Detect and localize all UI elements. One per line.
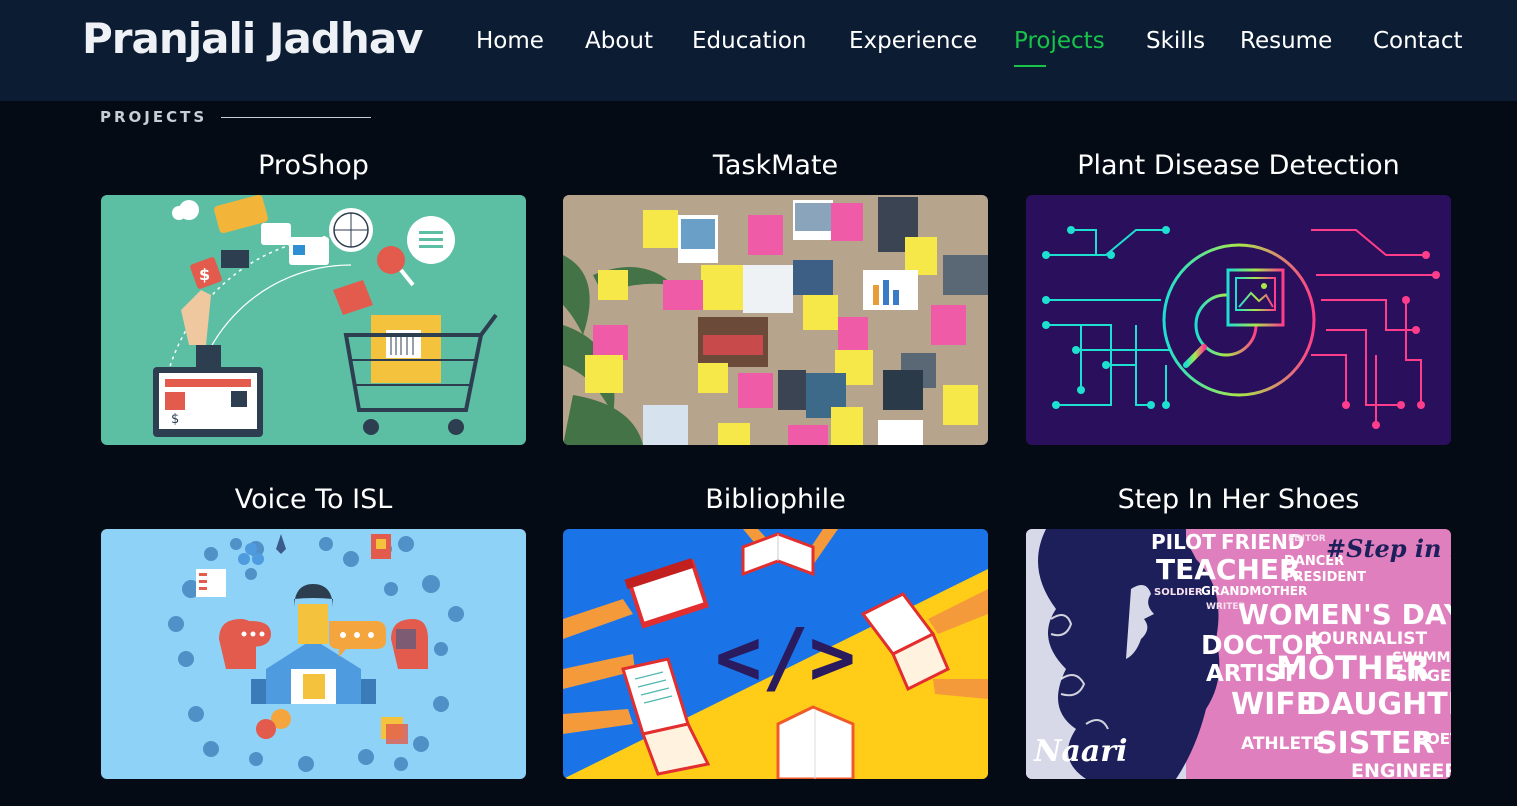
project-title: Plant Disease Detection: [1077, 150, 1400, 181]
circuit-image-search-illustration: [1026, 195, 1451, 445]
project-image-voice-to-isl[interactable]: [101, 529, 526, 779]
shopping-illustration: $ $: [101, 195, 526, 445]
project-title: ProShop: [258, 150, 369, 181]
word-wife: WIFE: [1231, 687, 1316, 722]
main-nav: Home About Education Experience Projects…: [0, 28, 1517, 68]
word-singer: SINGER: [1396, 666, 1451, 685]
project-title: Voice To ISL: [234, 484, 393, 515]
word-grandmother: GRANDMOTHER: [1201, 584, 1307, 598]
word-journalist: JOURNALIST: [1310, 629, 1427, 649]
books-and-code-illustration: </>: [563, 529, 988, 779]
hashtag-title: #Step in her Shoes: [1326, 534, 1451, 563]
project-image-plant-disease[interactable]: [1026, 195, 1451, 445]
sticky-notes-board-illustration: [563, 195, 988, 445]
site-header: Pranjali Jadhav Home About Education Exp…: [0, 0, 1517, 101]
word-teacher: TEACHER: [1156, 553, 1301, 586]
project-title: Step In Her Shoes: [1117, 484, 1360, 515]
word-daughter: DAUGHTER: [1306, 687, 1451, 722]
nav-skills[interactable]: Skills: [1146, 28, 1205, 54]
section-divider: [221, 117, 371, 118]
word-poet: POET: [1416, 730, 1451, 748]
women-word-cloud-illustration: PILOT FRIEND EDITOR TEACHER DANCER PRESI…: [1026, 529, 1451, 779]
word-pilot: PILOT: [1151, 530, 1216, 554]
word-swimmer: SWIMMER: [1392, 650, 1451, 666]
nav-home[interactable]: Home: [476, 28, 544, 54]
project-title: Bibliophile: [705, 484, 846, 515]
word-editor: EDITOR: [1288, 534, 1326, 544]
naari-signature: Naari: [1033, 734, 1128, 769]
active-nav-indicator: [1014, 65, 1046, 67]
word-president: PRESIDENT: [1284, 570, 1366, 585]
project-image-taskmate[interactable]: [563, 195, 988, 445]
project-image-bibliophile[interactable]: </>: [563, 529, 988, 779]
svg-text:$: $: [199, 265, 210, 284]
nav-experience[interactable]: Experience: [849, 28, 977, 54]
svg-text:</>: </>: [715, 613, 856, 703]
word-womens-day: WOMEN'S DAY: [1238, 598, 1451, 631]
nav-about[interactable]: About: [585, 28, 653, 54]
section-label: PROJECTS: [100, 108, 208, 126]
project-image-step-in-her-shoes[interactable]: PILOT FRIEND EDITOR TEACHER DANCER PRESI…: [1026, 529, 1451, 779]
communication-icons-illustration: [101, 529, 526, 779]
word-engineer: ENGINEER: [1351, 760, 1451, 779]
word-athlete: ATHLETE: [1241, 734, 1324, 754]
svg-text:$: $: [171, 412, 179, 427]
nav-projects[interactable]: Projects: [1014, 28, 1105, 54]
nav-contact[interactable]: Contact: [1373, 28, 1462, 54]
project-image-proshop[interactable]: $ $: [101, 195, 526, 445]
nav-education[interactable]: Education: [692, 28, 807, 54]
word-soldier: SOLDIER: [1154, 587, 1203, 598]
project-title: TaskMate: [712, 150, 839, 181]
nav-resume[interactable]: Resume: [1240, 28, 1332, 54]
